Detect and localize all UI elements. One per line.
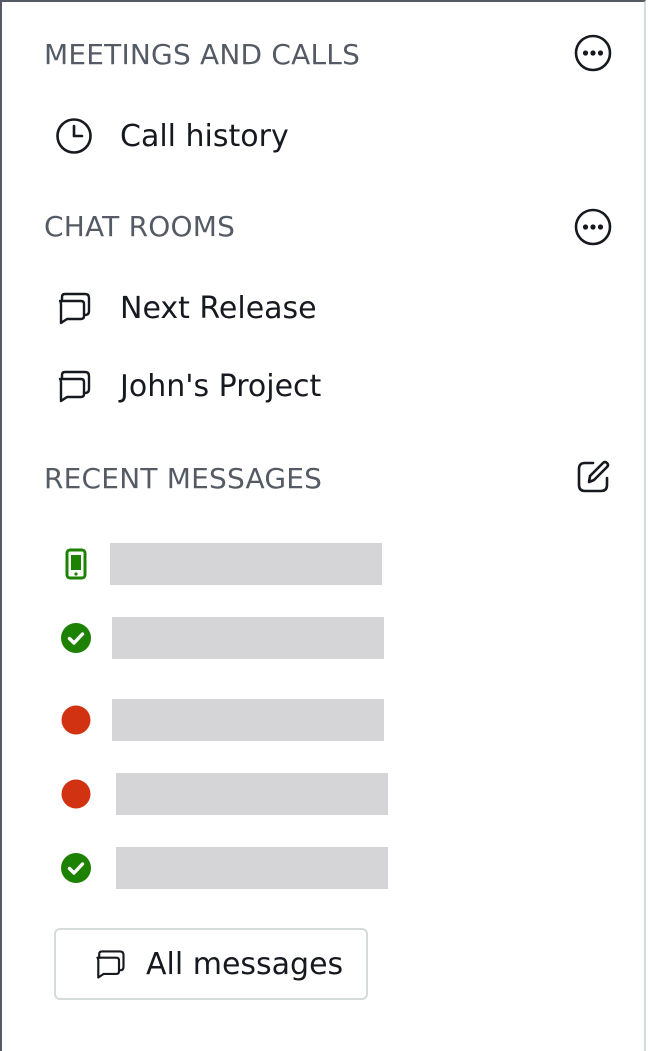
contact-name-placeholder — [110, 543, 382, 585]
contact-name-placeholder — [116, 847, 388, 889]
compose-icon — [577, 460, 610, 493]
all-messages-button[interactable]: All messages — [54, 928, 368, 1000]
chat-room-label: John's Project — [120, 368, 322, 404]
available-status-icon — [58, 850, 94, 886]
recent-message-row[interactable] — [58, 616, 398, 660]
section-header-meetings: MEETINGS AND CALLS — [44, 38, 361, 71]
contact-name-placeholder — [116, 773, 388, 815]
chat-rooms-more-button[interactable] — [572, 206, 614, 248]
chat-bubble-icon — [52, 286, 96, 330]
available-status-icon — [58, 620, 94, 656]
contact-name-placeholder — [112, 617, 384, 659]
more-icon — [574, 34, 612, 72]
section-header-chat-rooms: CHAT ROOMS — [44, 210, 236, 243]
contact-name-placeholder — [112, 699, 384, 741]
clock-icon — [52, 114, 96, 158]
recent-message-row[interactable] — [58, 772, 398, 816]
recent-message-row[interactable] — [58, 846, 398, 890]
nav-item-label: Call history — [120, 118, 289, 154]
mobile-status-icon — [58, 546, 94, 582]
chat-bubble-icon — [90, 944, 130, 984]
chat-room-johns-project[interactable]: John's Project — [46, 356, 606, 416]
busy-status-icon — [58, 702, 94, 738]
recent-message-row[interactable] — [58, 542, 398, 586]
chat-room-next-release[interactable]: Next Release — [46, 278, 606, 338]
chat-room-label: Next Release — [120, 290, 317, 326]
sidebar-panel: MEETINGS AND CALLS Call history CHAT ROO… — [0, 0, 646, 1051]
busy-status-icon — [58, 776, 94, 812]
all-messages-label: All messages — [146, 946, 344, 982]
nav-item-call-history[interactable]: Call history — [46, 106, 606, 166]
recent-message-row[interactable] — [58, 698, 398, 742]
meetings-more-button[interactable] — [572, 32, 614, 74]
compose-message-button[interactable] — [572, 456, 614, 498]
more-icon — [574, 208, 612, 246]
chat-bubble-icon — [52, 364, 96, 408]
section-header-recent-messages: RECENT MESSAGES — [44, 462, 323, 495]
